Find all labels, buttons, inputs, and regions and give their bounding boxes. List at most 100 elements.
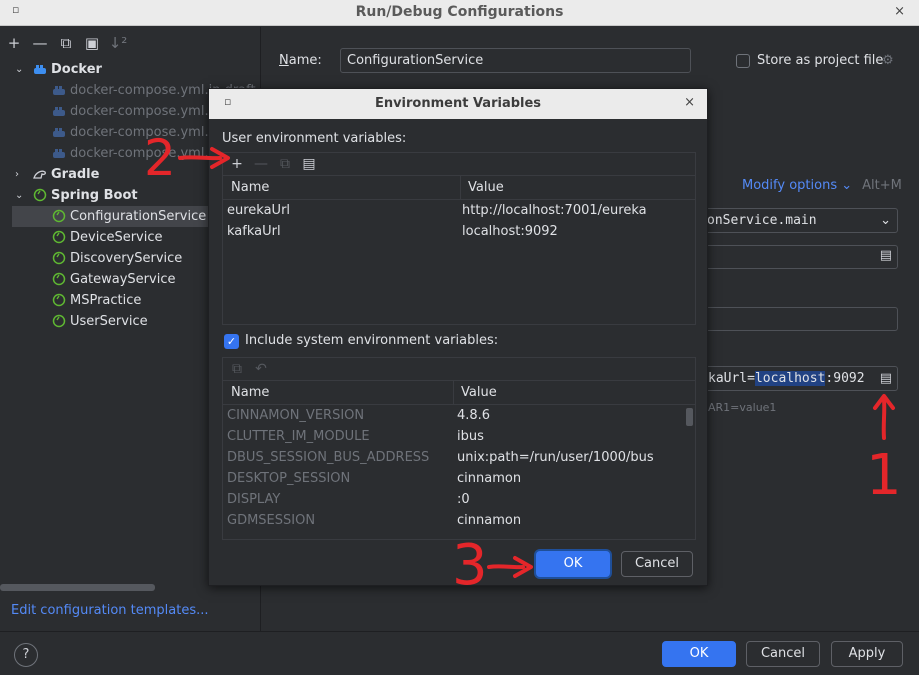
undo-icon[interactable]: ↶ [251, 361, 271, 377]
table-row[interactable]: DBUS_SESSION_BUS_ADDRESS unix:path=/run/u… [223, 447, 695, 468]
add-configuration-icon[interactable]: + [4, 33, 24, 53]
tree-item-label: Gradle [51, 167, 100, 182]
var-value: 4.8.6 [457, 408, 491, 423]
modify-options-link[interactable]: Modify options ⌄ Alt+M [742, 178, 902, 193]
window-close-button[interactable]: × [894, 4, 905, 19]
sidebar-toolbar: + — ⧉ ▣ ↓² [4, 33, 128, 53]
user-vars-label: User environment variables: [222, 131, 407, 146]
name-input[interactable]: ConfigurationService [340, 48, 691, 73]
edit-templates-link[interactable]: Edit configuration templates... [11, 603, 209, 618]
table-row[interactable]: GDMSESSION cinnamon [223, 510, 695, 531]
tree-item-label: UserService [70, 314, 148, 329]
new-folder-icon[interactable]: ▣ [82, 33, 102, 53]
docker-compose-icon [52, 146, 66, 160]
name-label-rest: ame: [288, 53, 322, 68]
annotation-number-2: 2 [144, 129, 176, 187]
store-checkbox[interactable] [736, 54, 750, 68]
var-name[interactable]: eurekaUrl [227, 200, 290, 221]
docker-icon [33, 62, 47, 76]
copy-variable-icon[interactable]: ⧉ [275, 156, 295, 172]
help-button[interactable]: ? [14, 643, 38, 667]
tree-item-label: ConfigurationService [70, 209, 207, 224]
dialog-close-button[interactable]: × [684, 95, 695, 110]
docker-compose-icon [52, 83, 66, 97]
copy-configuration-icon[interactable]: ⧉ [56, 33, 76, 53]
docker-compose-icon [52, 104, 66, 118]
dialog-ok-button[interactable]: OK [536, 551, 610, 577]
ok-button[interactable]: OK [662, 641, 736, 667]
var-name: DISPLAY [227, 492, 281, 507]
system-vars-toolbar: ⧉ ↶ [223, 358, 695, 381]
var-name: DBUS_SESSION_BUS_ADDRESS [227, 450, 430, 465]
system-vars-scrollbar[interactable] [686, 408, 693, 426]
tree-item[interactable]: ⌄ Docker [0, 59, 261, 80]
tree-item-label: DeviceService [70, 230, 163, 245]
table-row[interactable]: DISPLAY :0 [223, 489, 695, 510]
expand-field-icon[interactable]: ▤ [880, 248, 892, 263]
paste-variable-icon[interactable]: ▤ [299, 156, 319, 172]
sort-icon[interactable]: ↓² [108, 33, 128, 53]
spring-boot-icon [33, 188, 47, 202]
var-value[interactable]: http://localhost:7001/eureka [462, 200, 647, 221]
working-directory-field[interactable] [702, 307, 898, 331]
environment-variables-field[interactable]: kaUrl=localhost:9092 ▤ [702, 366, 898, 391]
annotation-number-1: 1 [866, 443, 902, 508]
copy-variable-icon[interactable]: ⧉ [227, 361, 247, 377]
chevron-down-icon: ⌄ [880, 213, 891, 228]
gradle-icon [33, 167, 47, 181]
modify-options-shortcut: Alt+M [862, 178, 902, 193]
var-value: :0 [457, 492, 470, 507]
system-vars-header: Name Value [223, 381, 695, 405]
store-label: Store as project file [757, 53, 884, 68]
main-class-value: onService.main [707, 213, 817, 228]
dialog-cancel-button[interactable]: Cancel [621, 551, 693, 577]
gear-icon[interactable]: ⚙ [882, 53, 894, 68]
remove-variable-icon[interactable]: — [251, 156, 271, 172]
footer-separator [0, 631, 919, 632]
var-name: CINNAMON_VERSION [227, 408, 365, 423]
annotation-number-3: 3 [452, 533, 488, 598]
edit-environment-icon[interactable]: ▤ [879, 367, 892, 390]
main-class-select[interactable]: onService.main ⌄ [702, 208, 898, 233]
tree-item-label: GatewayService [70, 272, 176, 287]
annotation-arrow-1 [873, 394, 895, 440]
system-vars-panel: ⧉ ↶ Name Value CINNAMON_VERSION 4.8.6 CLUT… [222, 357, 696, 540]
window-titlebar: ▫ Run/Debug Configurations × [0, 0, 919, 26]
tree-item-label: Spring Boot [51, 188, 138, 203]
spring-boot-icon [52, 251, 66, 265]
var-value: ibus [457, 429, 484, 444]
chevron-down-icon[interactable]: ⌄ [15, 59, 23, 80]
dialog-title: Environment Variables [374, 96, 542, 111]
spring-boot-icon [52, 272, 66, 286]
env-prefix: kaUrl= [708, 371, 755, 386]
annotation-arrow-3 [487, 556, 533, 578]
env-suffix: :9092 [825, 371, 865, 386]
include-system-checkbox[interactable]: ✓ [224, 334, 239, 349]
cancel-button[interactable]: Cancel [746, 641, 820, 667]
table-row[interactable]: CLUTTER_IM_MODULE ibus [223, 426, 695, 447]
var-value: unix:path=/run/user/1000/bus [457, 450, 654, 465]
table-row[interactable]: eurekaUrl http://localhost:7001/eureka [223, 200, 695, 221]
chevron-right-icon[interactable]: › [15, 164, 19, 185]
remove-configuration-icon[interactable]: — [30, 33, 50, 53]
sidebar-horizontal-scrollbar[interactable] [0, 584, 155, 591]
table-row[interactable]: DESKTOP_SESSION cinnamon [223, 468, 695, 489]
tree-item-label: MSPractice [70, 293, 142, 308]
var-value: cinnamon [457, 513, 522, 528]
table-row[interactable]: CINNAMON_VERSION 4.8.6 [223, 405, 695, 426]
program-arguments-field[interactable]: ▤ [702, 245, 898, 269]
col-value-header: Value [453, 381, 497, 404]
table-row[interactable]: kafkaUrl localhost:9092 [223, 221, 695, 242]
name-label: Name: [279, 53, 322, 68]
spring-boot-icon [52, 293, 66, 307]
modify-options-label: Modify options [742, 178, 838, 193]
apply-button[interactable]: Apply [831, 641, 903, 667]
environment-variables-dialog: ▫ Environment Variables × User environme… [208, 88, 708, 586]
col-name-header: Name [231, 180, 270, 195]
var-name[interactable]: kafkaUrl [227, 221, 281, 242]
chevron-down-icon[interactable]: ⌄ [15, 185, 23, 206]
tree-item-label: docker-compose.yml.k [70, 104, 217, 119]
env-hint: AR1=value1 [708, 401, 777, 414]
var-value[interactable]: localhost:9092 [462, 221, 558, 242]
docker-compose-icon [52, 125, 66, 139]
